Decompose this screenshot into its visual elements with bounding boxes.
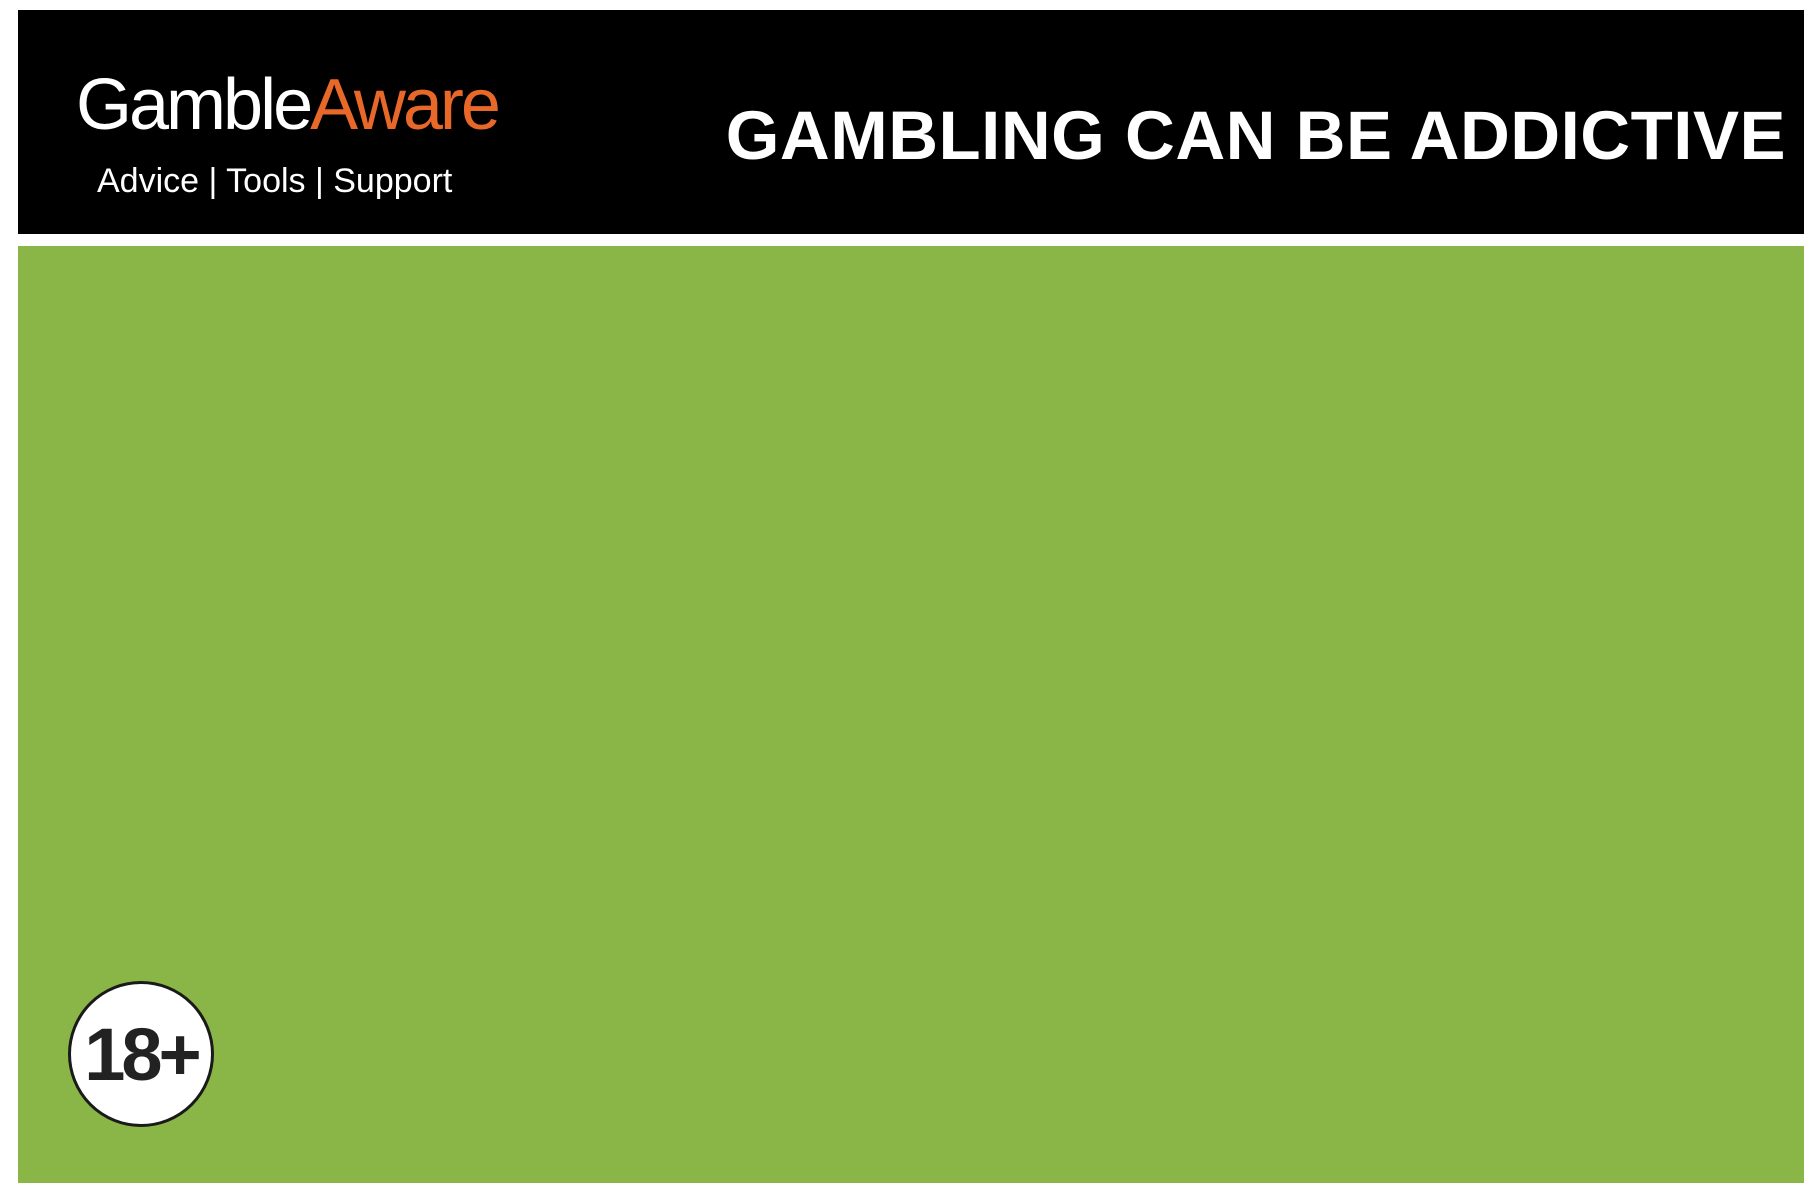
logo-wordmark: GambleAware xyxy=(76,60,501,150)
logo-tagline: Advice | Tools | Support xyxy=(97,162,453,200)
logo-wordmark-aware: Aware xyxy=(310,65,501,145)
header-divider xyxy=(18,234,1804,246)
content-panel xyxy=(18,246,1804,1183)
gambleaware-logo: GambleAware Advice | Tools | Support xyxy=(58,60,501,210)
age-restriction-label: 18+ xyxy=(84,1013,202,1096)
header-bar: GambleAware Advice | Tools | Support GAM… xyxy=(18,10,1804,234)
logo-wordmark-gamble: Gamble xyxy=(76,65,313,145)
warning-banner: GambleAware Advice | Tools | Support GAM… xyxy=(0,0,1804,1183)
age-restriction-badge: 18+ xyxy=(68,981,214,1127)
warning-title: GAMBLING CAN BE ADDICTIVE xyxy=(725,97,1786,174)
